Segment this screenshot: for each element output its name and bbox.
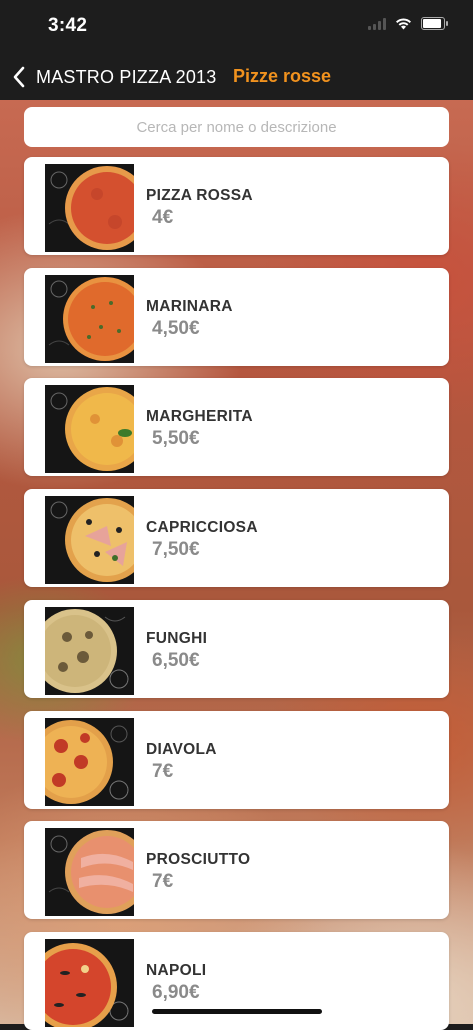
list-item[interactable]: MARGHERITA 5,50€ [24, 378, 449, 476]
status-bar: 3:42 [0, 0, 473, 52]
list-item[interactable]: PROSCIUTTO 7€ [24, 821, 449, 919]
list-item[interactable]: DIAVOLA 7€ [24, 711, 449, 809]
back-button-label: MASTRO PIZZA 2013 [36, 66, 217, 87]
status-time: 3:42 [48, 15, 88, 36]
list-item[interactable]: PIZZA ROSSA 4€ [24, 157, 449, 255]
home-indicator[interactable] [152, 1009, 322, 1014]
chevron-left-icon [13, 66, 25, 88]
pizza-price: 4€ [152, 207, 174, 228]
list-item[interactable]: FUNGHI 6,50€ [24, 600, 449, 698]
list-item[interactable]: NAPOLI 6,90€ [24, 932, 449, 1030]
list-item[interactable]: MARINARA 4,50€ [24, 268, 449, 366]
marinara-image [45, 275, 134, 363]
pizza-name: MARGHERITA [146, 408, 253, 425]
search-input[interactable] [24, 107, 449, 147]
pizza-name: CAPRICCIOSA [146, 519, 258, 536]
pizza-name: DIAVOLA [146, 741, 217, 758]
prosciutto-image [45, 828, 134, 916]
category-title: Pizze rosse [233, 66, 332, 86]
pizza-name: PIZZA ROSSA [146, 187, 253, 204]
pizza-price: 4,50€ [152, 318, 200, 339]
wifi-icon [396, 18, 411, 30]
pizza-rossa-image [45, 164, 134, 252]
napoli-image [45, 939, 134, 1027]
list-item[interactable]: CAPRICCIOSA 7,50€ [24, 489, 449, 587]
funghi-image [45, 607, 134, 695]
pizza-name: PROSCIUTTO [146, 851, 251, 868]
margherita-image [45, 385, 134, 473]
diavola-image [45, 718, 134, 806]
pizza-price: 7€ [152, 871, 174, 892]
pizza-price: 7€ [152, 761, 174, 782]
navigation-bar: MASTRO PIZZA 2013 Pizze rosse [0, 52, 473, 100]
pizza-price: 6,50€ [152, 650, 200, 671]
back-button[interactable]: MASTRO PIZZA 2013 [12, 64, 216, 90]
battery-icon [421, 17, 448, 30]
pizza-name: NAPOLI [146, 962, 207, 979]
pizza-price: 5,50€ [152, 428, 200, 449]
status-icons [368, 17, 448, 30]
pizza-name: FUNGHI [146, 630, 208, 647]
cellular-signal-icon [368, 17, 386, 30]
pizza-price: 7,50€ [152, 539, 200, 560]
pizza-price: 6,90€ [152, 982, 200, 1003]
pizza-name: MARINARA [146, 298, 233, 315]
capricciosa-image [45, 496, 134, 584]
